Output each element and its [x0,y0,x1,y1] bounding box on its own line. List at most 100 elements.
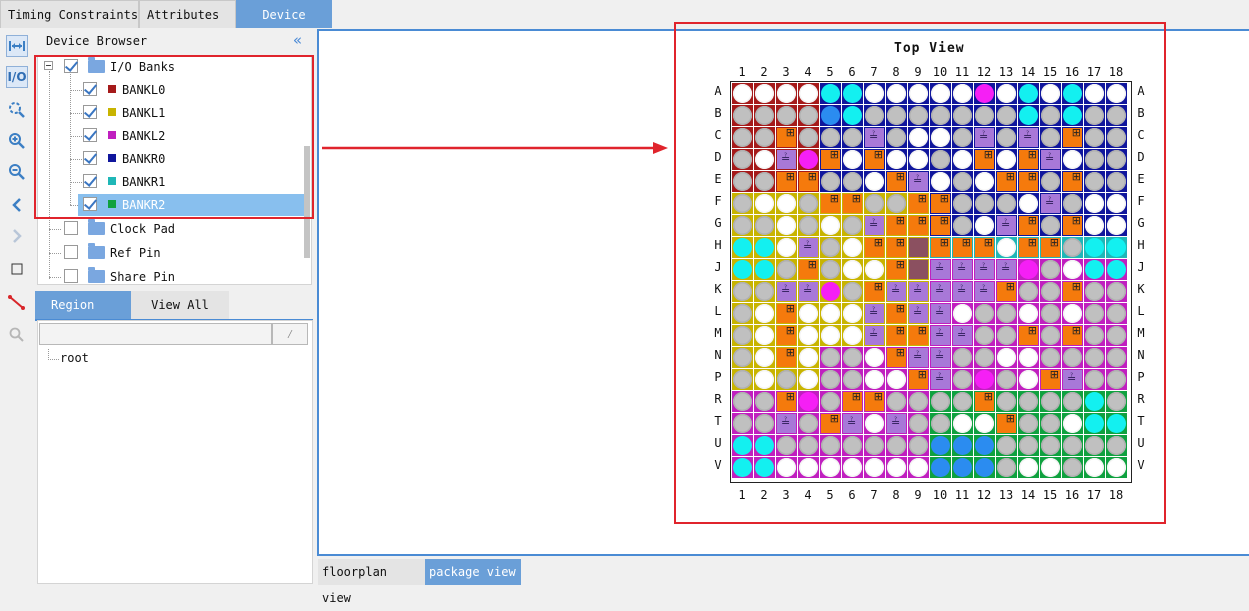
route-icon[interactable] [6,291,28,313]
tab-region[interactable]: Region [35,291,131,319]
tree-label: Clock Pad [110,222,176,236]
row-label: R [714,392,722,406]
forward-icon[interactable] [6,225,28,247]
column-label: 4 [804,488,812,502]
row-label: T [1137,414,1145,428]
annotation-box [674,22,1166,524]
region-panel: ⁄ root [37,320,313,584]
row-label: J [714,260,722,274]
tree-item-clock-pad[interactable]: Clock Pad [38,218,308,240]
tree-item-share-pin[interactable]: Share Pin [38,266,308,284]
device-browser-header: Device Browser « [37,31,312,53]
tree-label: Ref Pin [110,246,161,260]
column-label: 7 [870,65,878,79]
column-label: 13 [998,65,1014,79]
checkbox-ref-pin[interactable] [64,245,78,259]
tab-timing-constraints[interactable]: Timing Constraints [0,0,139,28]
zoom-out-icon[interactable] [6,161,28,183]
row-label: U [1137,436,1145,450]
row-label: F [1137,194,1145,208]
column-label: 3 [782,65,790,79]
row-label: F [714,194,722,208]
column-label: 3 [782,488,790,502]
row-label: E [714,172,722,186]
tab-view-all[interactable]: View All [131,291,229,319]
search-icon[interactable] [6,324,28,346]
column-label: 10 [932,65,948,79]
region-search-button[interactable]: ⁄ [272,323,308,345]
row-label: G [714,216,722,230]
tab-package-view[interactable]: package view [425,559,521,585]
annotation-arrow [322,142,668,154]
zoom-in-icon[interactable] [6,130,28,152]
select-rect-icon[interactable] [6,258,28,280]
row-label: N [1137,348,1145,362]
row-label: K [1137,282,1145,296]
row-label: J [1137,260,1145,274]
row-label: K [714,282,722,296]
row-label: H [714,238,722,252]
tree-label: Share Pin [110,270,176,284]
region-root-item[interactable]: root [60,351,89,365]
row-label: E [1137,172,1145,186]
row-label: U [714,436,722,450]
folder-icon [88,243,105,259]
row-label: L [1137,304,1145,318]
row-label: V [714,458,722,472]
row-label: H [1137,238,1145,252]
row-label: N [714,348,722,362]
region-search-input[interactable] [39,323,272,345]
column-label: 17 [1086,65,1102,79]
column-label: 8 [892,488,900,502]
tree-item-ref-pin[interactable]: Ref Pin [38,242,308,264]
fit-width-icon[interactable] [6,35,28,57]
row-label: P [1137,370,1145,384]
column-label: 16 [1064,65,1080,79]
column-label: 5 [826,65,834,79]
view-tab-bar: floorplan view package view [318,559,521,605]
checkbox-clock-pad[interactable] [64,221,78,235]
column-label: 9 [914,65,922,79]
row-label: G [1137,216,1145,230]
column-label: 4 [804,65,812,79]
row-label: P [714,370,722,384]
row-label: A [714,84,722,98]
tab-attributes[interactable]: Attributes [139,0,236,28]
column-label: 12 [976,488,992,502]
column-label: 10 [932,488,948,502]
column-label: 13 [998,488,1014,502]
column-label: 11 [954,65,970,79]
region-tab-bar: Region View All [35,291,313,321]
row-label: T [714,414,722,428]
column-label: 14 [1020,65,1036,79]
column-label: 15 [1042,488,1058,502]
row-label: L [714,304,722,318]
column-label: 6 [848,65,856,79]
column-label: 14 [1020,488,1036,502]
tab-floorplan-view[interactable]: floorplan view [318,559,425,605]
column-label: 7 [870,488,878,502]
zoom-fit-icon[interactable] [6,99,28,121]
row-label: C [714,128,722,142]
column-label: 12 [976,65,992,79]
row-label: D [1137,150,1145,164]
column-label: 17 [1086,488,1102,502]
collapse-icon[interactable]: « [293,31,302,49]
io-icon[interactable]: I/O [6,66,28,88]
row-label: B [1137,106,1145,120]
device-browser-title: Device Browser [46,34,148,48]
checkbox-share-pin[interactable] [64,269,78,283]
column-label: 16 [1064,488,1080,502]
column-label: 1 [738,488,746,502]
back-icon[interactable] [6,194,28,216]
folder-icon [88,219,105,235]
tab-device[interactable]: Device [236,0,332,28]
column-label: 18 [1108,65,1124,79]
column-label: 9 [914,488,922,502]
row-label: C [1137,128,1145,142]
folder-icon [88,267,105,283]
row-label: M [714,326,722,340]
column-label: 2 [760,65,768,79]
column-label: 15 [1042,65,1058,79]
column-label: 6 [848,488,856,502]
